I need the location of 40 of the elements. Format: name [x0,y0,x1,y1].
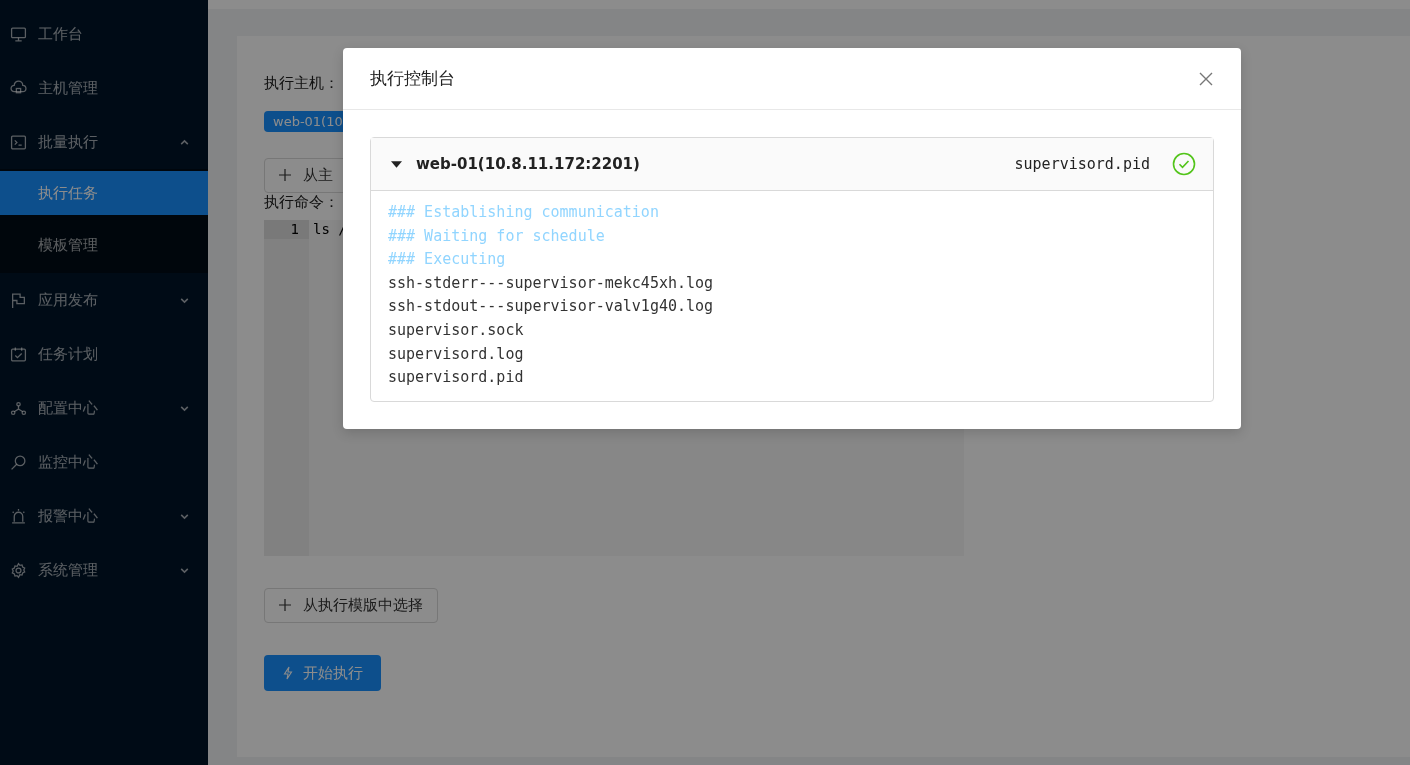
menu-label: 主机管理 [38,78,98,98]
field-label: 执行命令： [264,193,339,212]
menu-item[interactable]: 批量执行 [0,115,208,169]
output-line: ssh-stderr---supervisor-mekc45xh.log [388,272,715,294]
menu-item[interactable]: 应用发布 [0,273,208,327]
plus-icon [279,169,291,181]
menu-item[interactable]: 监控中心 [0,435,208,489]
submenu-item[interactable]: 模板管理 [0,223,208,267]
start-button[interactable]: 开始执行 [264,655,381,691]
template-button[interactable]: 从执行模版中选择 [264,588,438,623]
output-line: ssh-stdout---supervisor-valv1g40.log [388,296,715,318]
menu-label: 批量执行 [38,132,98,152]
menu-label: 应用发布 [38,290,98,310]
menu-item[interactable]: 主机管理 [0,61,208,115]
output-line: supervisor.sock [388,319,525,341]
submenu-item[interactable]: 执行任务 [0,171,208,215]
menu-label: 监控中心 [38,452,98,472]
menu-item[interactable]: 报警中心 [0,489,208,543]
plus-icon [279,599,291,611]
menu-label: 任务计划 [38,344,98,364]
field-label: 执行主机： [264,74,339,93]
menu-item[interactable]: 系统管理 [0,543,208,597]
menu-label: 报警中心 [38,506,98,526]
last-output: supervisord.pid [1014,155,1150,173]
host-name: web-01(10.8.11.172:2201) [416,155,640,173]
menu-item[interactable]: 工作台 [0,7,208,61]
output-line: supervisord.pid [388,367,525,389]
menu-item[interactable]: 任务计划 [0,327,208,381]
output-line: ### Establishing communication [388,202,660,223]
output-line: supervisord.log [388,343,525,365]
line-number: 1 [264,220,309,239]
dialog-title: 执行控制台 [370,67,455,90]
panel-header[interactable]: web-01(10.8.11.172:2201) supervisord.pid [371,138,1213,191]
lightning-icon [282,666,294,680]
menu-label: 系统管理 [38,560,98,580]
menu-item[interactable]: 配置中心 [0,381,208,435]
menu-label: 配置中心 [38,398,98,418]
menu-label: 工作台 [38,24,83,44]
output-line: ### Waiting for schedule [388,225,606,247]
output-line: ### Executing [388,249,507,271]
